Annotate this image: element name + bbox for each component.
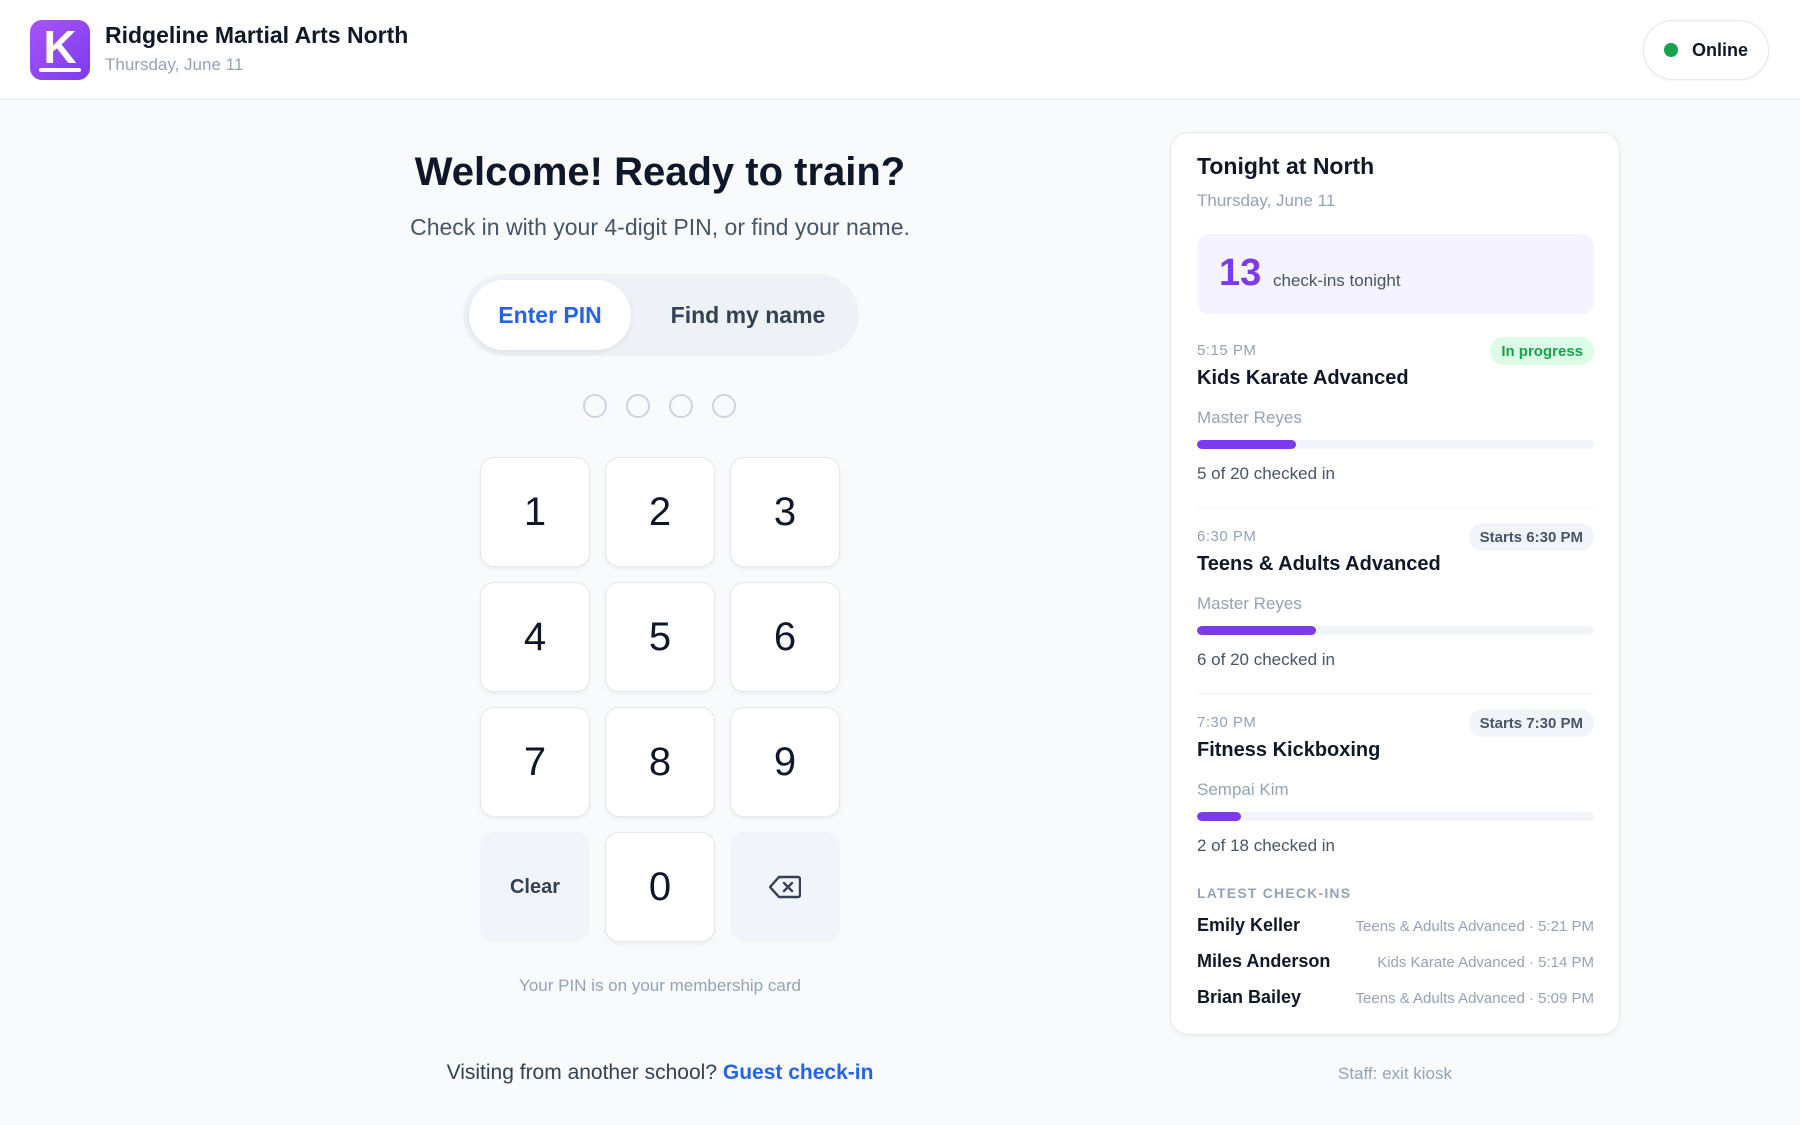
welcome-title: Welcome! Ready to train? xyxy=(414,150,906,194)
class-name: Teens & Adults Advanced xyxy=(1197,553,1441,575)
class-instructor: Master Reyes xyxy=(1197,594,1302,613)
key-6[interactable]: 6 xyxy=(730,582,840,692)
logo-letter: K xyxy=(43,21,77,73)
key-5[interactable]: 5 xyxy=(605,582,715,692)
class-progress-bar xyxy=(1197,812,1594,821)
key-4[interactable]: 4 xyxy=(480,582,590,692)
checkin-detail: Kids Karate Advanced · 5:14 PM xyxy=(1377,954,1594,971)
backspace-icon xyxy=(769,875,801,899)
class-progress-bar xyxy=(1197,626,1594,635)
checkin-mode-toggle: Enter PIN Find my name xyxy=(463,274,859,356)
tab-enter-pin[interactable]: Enter PIN xyxy=(469,280,631,350)
divider xyxy=(1197,693,1594,694)
clear-button[interactable]: Clear xyxy=(480,832,590,942)
class-instructor: Sempai Kim xyxy=(1197,780,1289,799)
pin-entry-indicator xyxy=(583,394,736,418)
class-progress-fill xyxy=(1197,440,1297,449)
app-header: K Ridgeline Martial Arts North Thursday,… xyxy=(0,0,1800,100)
tonight-panel: Tonight at North Thursday, June 11 13 ch… xyxy=(1170,132,1620,1035)
latest-checkins-heading: LATEST CHECK-INS xyxy=(1197,885,1352,901)
latest-checkin-row: Miles Anderson Kids Karate Advanced · 5:… xyxy=(1197,951,1594,975)
school-logo: K xyxy=(30,20,90,80)
key-9[interactable]: 9 xyxy=(730,707,840,817)
checkins-summary: 13 check-ins tonight xyxy=(1197,234,1594,314)
class-checkin-count: 6 of 20 checked in xyxy=(1197,650,1335,669)
key-3[interactable]: 3 xyxy=(730,457,840,567)
panel-date: Thursday, June 11 xyxy=(1197,191,1336,210)
class-checkin-count: 5 of 20 checked in xyxy=(1197,464,1335,483)
key-2[interactable]: 2 xyxy=(605,457,715,567)
checkin-member-name: Miles Anderson xyxy=(1197,951,1331,971)
key-0[interactable]: 0 xyxy=(605,832,715,942)
class-time: 5:15 PM xyxy=(1197,342,1257,359)
class-name: Kids Karate Advanced xyxy=(1197,367,1409,389)
class-time: 7:30 PM xyxy=(1197,714,1257,731)
guest-checkin-prompt: Visiting from another school? Guest chec… xyxy=(360,1061,960,1085)
checkin-detail: Teens & Adults Advanced · 5:09 PM xyxy=(1355,990,1594,1007)
class-status-badge: In progress xyxy=(1490,337,1594,365)
class-instructor: Master Reyes xyxy=(1197,408,1302,427)
connection-status-badge: Online xyxy=(1643,20,1769,80)
latest-checkin-row: Emily Keller Teens & Adults Advanced · 5… xyxy=(1197,915,1594,939)
status-dot-icon xyxy=(1663,43,1678,57)
school-name: Ridgeline Martial Arts North xyxy=(105,22,409,48)
latest-checkin-row: Brian Bailey Teens & Adults Advanced · 5… xyxy=(1197,987,1594,1011)
guest-prompt-text: Visiting from another school? xyxy=(446,1061,718,1084)
class-progress-bar xyxy=(1197,440,1594,449)
staff-exit-kiosk-link[interactable]: Staff: exit kiosk xyxy=(1170,1064,1620,1084)
logo-underline xyxy=(39,68,81,72)
panel-title: Tonight at North xyxy=(1197,153,1375,179)
class-time: 6:30 PM xyxy=(1197,528,1257,545)
checkins-label: check-ins tonight xyxy=(1273,271,1401,290)
class-status-badge: Starts 7:30 PM xyxy=(1468,709,1594,737)
pin-dot xyxy=(626,394,650,418)
class-checkin-count: 2 of 18 checked in xyxy=(1197,836,1335,855)
class-status-badge: Starts 6:30 PM xyxy=(1468,523,1594,551)
checkin-member-name: Brian Bailey xyxy=(1197,987,1302,1007)
class-name: Fitness Kickboxing xyxy=(1197,739,1381,761)
header-date: Thursday, June 11 xyxy=(105,55,244,74)
key-1[interactable]: 1 xyxy=(480,457,590,567)
tab-find-my-name[interactable]: Find my name xyxy=(643,280,853,350)
checkin-member-name: Emily Keller xyxy=(1197,915,1301,935)
key-7[interactable]: 7 xyxy=(480,707,590,817)
pin-dot xyxy=(583,394,607,418)
class-progress-fill xyxy=(1197,626,1317,635)
divider xyxy=(1197,507,1594,508)
class-progress-fill xyxy=(1197,812,1242,821)
pin-hint: Your PIN is on your membership card xyxy=(519,976,801,995)
key-8[interactable]: 8 xyxy=(605,707,715,817)
checkins-count: 13 xyxy=(1219,252,1262,294)
backspace-button[interactable] xyxy=(730,832,840,942)
pin-dot xyxy=(712,394,736,418)
status-label: Online xyxy=(1691,39,1748,60)
pin-dot xyxy=(669,394,693,418)
checkin-detail: Teens & Adults Advanced · 5:21 PM xyxy=(1355,918,1594,935)
guest-checkin-link[interactable]: Guest check-in xyxy=(723,1061,874,1084)
welcome-subtitle: Check in with your 4-digit PIN, or find … xyxy=(410,214,910,240)
